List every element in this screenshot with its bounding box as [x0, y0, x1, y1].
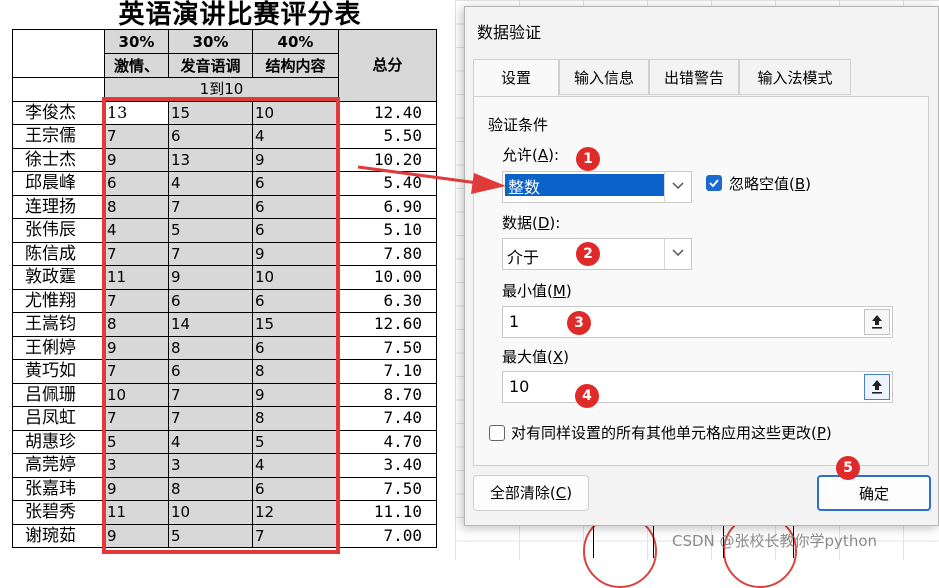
contestant-name-cell[interactable]: 王俐婷: [12, 335, 105, 360]
data-label: 数据(D):: [502, 214, 561, 232]
contestant-name-cell[interactable]: 徐士杰: [12, 147, 105, 172]
annotation-badge: 2: [576, 242, 600, 266]
annotation-badge: 4: [575, 384, 599, 408]
contestant-name-cell[interactable]: 陈信成: [12, 241, 105, 266]
total-header-cell[interactable]: 总分: [338, 29, 437, 102]
total-cell[interactable]: 7.80: [338, 241, 437, 266]
validation-criteria-label: 验证条件: [488, 116, 549, 134]
maximum-input-value: 10: [509, 377, 530, 396]
apply-to-all-label[interactable]: 对有同样设置的所有其他单元格应用这些更改(P): [511, 422, 832, 443]
tab-input-message[interactable]: 输入信息: [559, 59, 649, 95]
tab-ime-mode[interactable]: 输入法模式: [739, 59, 851, 95]
name-header-cell[interactable]: [12, 29, 105, 78]
criterion-header-cell[interactable]: 发音语调: [168, 53, 253, 78]
minimum-input[interactable]: 1: [502, 306, 893, 338]
total-cell[interactable]: 6.30: [338, 288, 437, 313]
total-cell[interactable]: 3.40: [338, 453, 437, 478]
tab-error-alert[interactable]: 出错警告: [649, 59, 739, 95]
ignore-blank-checkbox[interactable]: [706, 175, 722, 191]
contestant-name-cell[interactable]: 吕凤虹: [12, 406, 105, 431]
sheet-title: 英语演讲比赛评分表: [118, 0, 362, 30]
ok-button[interactable]: 确定: [817, 475, 931, 511]
total-cell[interactable]: 10.00: [338, 265, 437, 290]
dialog-title: 数据验证: [477, 23, 542, 42]
range-select-icon[interactable]: [864, 374, 890, 400]
watermark: CSDN @张校长教你学python: [672, 532, 878, 550]
minimum-input-value: 1: [509, 312, 520, 331]
ignore-blank-label[interactable]: 忽略空值(B): [729, 173, 811, 194]
criterion-header-cell[interactable]: 激情、: [104, 53, 169, 78]
total-cell[interactable]: 7.50: [338, 476, 437, 501]
contestant-name-cell[interactable]: 邱晨峰: [12, 171, 105, 196]
total-cell[interactable]: 7.10: [338, 359, 437, 384]
range-select-icon[interactable]: [864, 309, 890, 335]
contestant-name-cell[interactable]: 高莞婷: [12, 453, 105, 478]
total-cell[interactable]: 5.40: [338, 171, 437, 196]
criterion-header-cell[interactable]: 结构内容: [252, 53, 339, 78]
contestant-name-cell[interactable]: 王嵩钧: [12, 312, 105, 337]
annotation-badge: 1: [576, 147, 600, 171]
total-cell[interactable]: 5.10: [338, 218, 437, 243]
apply-to-all-checkbox[interactable]: [489, 425, 505, 441]
contestant-name-cell[interactable]: 吕佩珊: [12, 382, 105, 407]
minimum-label: 最小值(M): [502, 282, 572, 300]
total-cell[interactable]: 7.50: [338, 335, 437, 360]
total-cell[interactable]: 11.10: [338, 500, 437, 525]
clear-all-button[interactable]: 全部清除(C): [473, 475, 589, 511]
total-cell[interactable]: 8.70: [338, 382, 437, 407]
contestant-name-cell[interactable]: 谢琬茹: [12, 523, 105, 548]
total-cell[interactable]: 5.50: [338, 124, 437, 149]
contestant-name-cell[interactable]: 黄巧如: [12, 359, 105, 384]
weight-cell[interactable]: 30%: [168, 29, 253, 54]
blank-cell[interactable]: [12, 77, 105, 102]
total-cell[interactable]: 4.70: [338, 429, 437, 454]
contestant-name-cell[interactable]: 敦政霆: [12, 265, 105, 290]
total-cell[interactable]: 7.40: [338, 406, 437, 431]
contestant-name-cell[interactable]: 张嘉玮: [12, 476, 105, 501]
maximum-input[interactable]: 10: [502, 371, 893, 403]
chevron-down-icon[interactable]: [664, 239, 691, 269]
total-cell[interactable]: 12.60: [338, 312, 437, 337]
total-cell[interactable]: 7.00: [338, 523, 437, 548]
contestant-name-cell[interactable]: 张伟辰: [12, 218, 105, 243]
contestant-name-cell[interactable]: 连理扬: [12, 194, 105, 219]
annotation-badge: 3: [567, 311, 591, 335]
chevron-down-icon[interactable]: [664, 172, 691, 202]
contestant-name-cell[interactable]: 胡惠珍: [12, 429, 105, 454]
annotation-badge: 5: [836, 456, 860, 480]
tab-settings[interactable]: 设置: [473, 59, 559, 97]
allow-select[interactable]: 整数: [502, 171, 692, 203]
contestant-name-cell[interactable]: 张碧秀: [12, 500, 105, 525]
allow-label: 允许(A):: [502, 146, 560, 164]
contestant-name-cell[interactable]: 王宗儒: [12, 124, 105, 149]
selection-highlight-box: [102, 97, 340, 554]
maximum-label: 最大值(X): [502, 348, 569, 366]
data-select-value: 介于: [507, 248, 540, 267]
total-cell[interactable]: 6.90: [338, 194, 437, 219]
weight-cell[interactable]: 30%: [104, 29, 169, 54]
allow-select-value: 整数: [508, 178, 541, 197]
weight-cell[interactable]: 40%: [252, 29, 339, 54]
total-cell[interactable]: 12.40: [338, 100, 437, 125]
contestant-name-cell[interactable]: 尤惟翔: [12, 288, 105, 313]
data-validation-dialog: 数据验证 设置 输入信息 出错警告 输入法模式 验证条件 允许(A): 整数 忽…: [464, 6, 939, 526]
contestant-name-cell[interactable]: 李俊杰: [12, 100, 105, 125]
total-cell[interactable]: 10.20: [338, 147, 437, 172]
